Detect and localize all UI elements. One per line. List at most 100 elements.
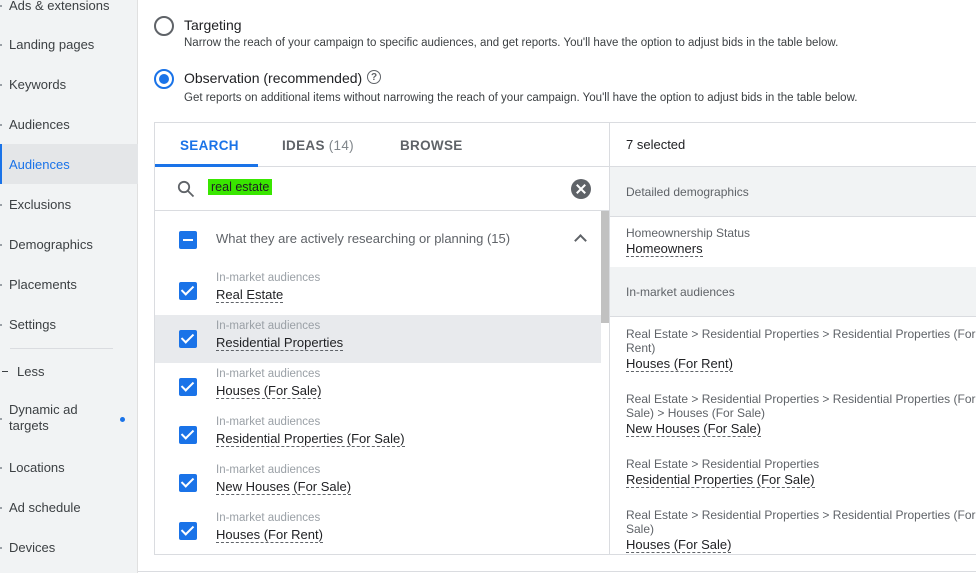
bottom-divider — [138, 571, 976, 572]
sidebar-item-label: Settings — [9, 316, 56, 332]
sidebar-item-locations[interactable]: Locations — [0, 447, 138, 487]
selected-item-path: Real Estate > Residential Properties > R… — [626, 508, 976, 536]
list-item[interactable]: In-market audiences Houses (For Sale) — [155, 363, 601, 411]
tab-search[interactable]: SEARCH — [180, 123, 239, 167]
results-scrollbar[interactable] — [601, 211, 609, 323]
sidebar-item-ads-extensions[interactable]: Ads & extensions — [0, 0, 138, 25]
list-item[interactable]: In-market audiences Residential Properti… — [155, 411, 601, 459]
sidebar-item-keywords[interactable]: Keywords — [0, 64, 138, 104]
sidebar-item-label: Audiences — [9, 156, 70, 172]
selected-item[interactable]: Real Estate > Residential Properties > R… — [626, 327, 976, 373]
item-name: Houses (For Rent) — [216, 527, 323, 543]
item-category: In-market audiences — [216, 512, 321, 524]
sidebar-item-label: Ads & extensions — [9, 0, 110, 13]
sidebar-item-dynamic-ad-targets[interactable]: Dynamic ad targets — [0, 396, 110, 440]
item-checkbox[interactable] — [179, 330, 197, 348]
observation-title: Observation (recommended) — [184, 70, 363, 86]
sidebar-item-devices[interactable]: Devices — [0, 527, 138, 567]
tab-bar: SEARCH IDEAS (14) BROWSE — [155, 123, 609, 167]
list-item[interactable]: In-market audiences Residential Properti… — [155, 315, 601, 363]
selected-item-path: Homeownership Status — [626, 226, 751, 240]
sidebar-item-exclusions[interactable]: Exclusions — [0, 184, 138, 224]
results-group-header[interactable]: What they are actively researching or pl… — [155, 211, 601, 267]
item-checkbox[interactable] — [179, 426, 197, 444]
bullet-icon — [0, 284, 2, 286]
tab-count: (14) — [328, 137, 354, 153]
tab-browse[interactable]: BROWSE — [400, 123, 463, 167]
bullet-icon — [0, 204, 2, 206]
sidebar-item-label: Placements — [9, 276, 77, 292]
tab-ideas[interactable]: IDEAS (14) — [282, 123, 354, 167]
group-label: What they are actively researching or pl… — [216, 231, 511, 246]
sidebar-item-label: Landing pages — [9, 36, 95, 52]
item-category: In-market audiences — [216, 416, 321, 428]
bullet-icon — [0, 418, 2, 420]
selected-item-path: Real Estate > Residential Properties > R… — [626, 392, 976, 420]
item-name: Residential Properties (For Sale) — [216, 431, 405, 447]
item-checkbox[interactable] — [179, 282, 197, 300]
new-indicator-dot — [120, 417, 125, 422]
bullet-icon — [0, 5, 2, 7]
group-checkbox[interactable] — [179, 231, 197, 249]
selected-count: 7 selected — [610, 123, 976, 167]
sidebar-item-label: Dynamic ad targets — [9, 402, 78, 433]
observation-description: Get reports on additional items without … — [184, 92, 858, 104]
sidebar-divider — [10, 348, 113, 349]
selected-item[interactable]: Real Estate > Residential Properties Res… — [626, 457, 976, 489]
bullet-icon — [0, 324, 2, 326]
selected-item-name: New Houses (For Sale) — [626, 421, 762, 437]
sidebar-less-toggle[interactable]: Less — [0, 351, 138, 391]
bullet-icon — [0, 507, 2, 509]
sidebar-item-label: Keywords — [9, 76, 67, 92]
sidebar-item-ad-schedule[interactable]: Ad schedule — [0, 487, 138, 527]
list-item[interactable]: In-market audiences Houses (For Rent) — [155, 507, 601, 554]
item-checkbox[interactable] — [179, 522, 197, 540]
sidebar: Ads & extensions Landing pages Keywords … — [0, 0, 138, 573]
sidebar-item-label: Exclusions — [9, 196, 72, 212]
tab-label: IDEAS — [282, 137, 325, 153]
selected-item-name: Homeowners — [626, 241, 703, 257]
list-item[interactable]: In-market audiences Real Estate — [155, 267, 601, 315]
selected-item[interactable]: Real Estate > Residential Properties > R… — [626, 392, 976, 438]
search-input[interactable]: real estate — [208, 179, 273, 195]
sidebar-item-label: Demographics — [9, 236, 93, 252]
sidebar-item-audiences-parent[interactable]: Audiences — [0, 104, 138, 144]
selected-item[interactable]: Real Estate > Residential Properties > R… — [626, 508, 976, 554]
sidebar-item-label: Locations — [9, 459, 65, 475]
list-item[interactable]: In-market audiences New Houses (For Sale… — [155, 459, 601, 507]
observation-radio[interactable] — [154, 69, 174, 89]
bullet-icon — [0, 244, 2, 246]
item-category: In-market audiences — [216, 320, 321, 332]
sidebar-item-audiences[interactable]: Audiences — [0, 144, 138, 184]
help-icon[interactable]: ? — [367, 70, 381, 84]
item-name: Real Estate — [216, 287, 284, 303]
item-checkbox[interactable] — [179, 378, 197, 396]
search-bar: real estate — [155, 167, 609, 211]
targeting-description: Narrow the reach of your campaign to spe… — [184, 37, 839, 49]
item-name: Residential Properties — [216, 335, 344, 351]
tab-label: SEARCH — [180, 137, 239, 153]
section-detailed-demographics: Detailed demographics — [610, 167, 976, 217]
selected-item-name: Houses (For Rent) — [626, 356, 733, 372]
targeting-radio[interactable] — [154, 16, 174, 36]
selected-item-path: Real Estate > Residential Properties > R… — [626, 327, 976, 355]
selected-item-path: Real Estate > Residential Properties — [626, 457, 820, 471]
selected-item[interactable]: Homeownership Status Homeowners — [626, 226, 976, 258]
sidebar-item-demographics[interactable]: Demographics — [0, 224, 138, 264]
sidebar-item-settings[interactable]: Settings — [0, 304, 138, 344]
item-category: In-market audiences — [216, 368, 321, 380]
results-list: What they are actively researching or pl… — [155, 211, 609, 554]
sidebar-item-label: Ad schedule — [9, 499, 81, 515]
section-in-market-audiences: In-market audiences — [610, 267, 976, 317]
chevron-up-icon[interactable] — [574, 234, 587, 247]
selected-pane: 7 selected Detailed demographics Homeown… — [610, 123, 976, 554]
sidebar-item-landing-pages[interactable]: Landing pages — [0, 24, 138, 64]
item-checkbox[interactable] — [179, 474, 197, 492]
sidebar-item-placements[interactable]: Placements — [0, 264, 138, 304]
audience-picker-panel: SEARCH IDEAS (14) BROWSE real estate What… — [154, 122, 976, 555]
sidebar-item-label: Devices — [9, 539, 56, 555]
clear-search-icon[interactable] — [571, 179, 591, 199]
item-name: New Houses (For Sale) — [216, 479, 352, 495]
item-category: In-market audiences — [216, 272, 321, 284]
search-icon — [177, 180, 195, 198]
